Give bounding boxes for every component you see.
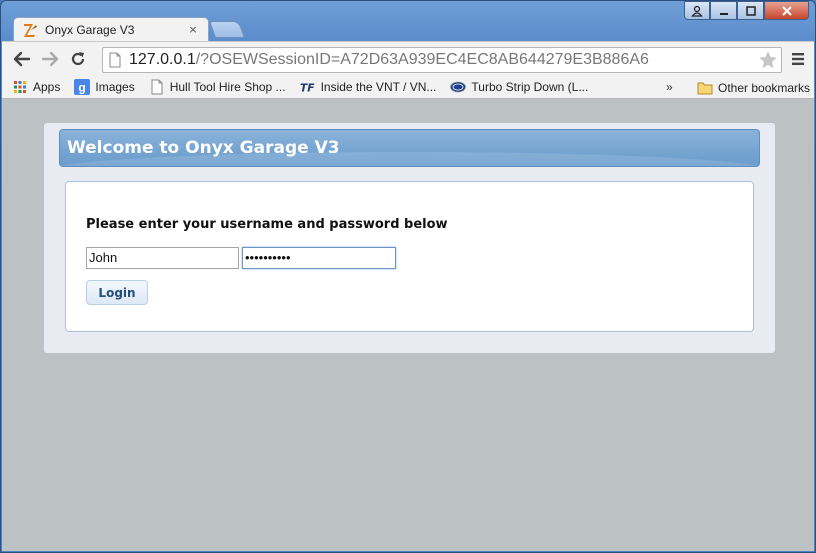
url-host: 127.0.0.1 <box>129 51 196 68</box>
bookmark-label: Hull Tool Hire Shop ... <box>169 80 286 94</box>
url-text: 127.0.0.1/?OSEWSessionID=A72D63A939EC4EC… <box>129 51 649 69</box>
login-prompt: Please enter your username and password … <box>86 217 448 232</box>
back-arrow-icon <box>13 51 31 67</box>
other-bookmarks-label: Other bookmarks <box>718 80 811 95</box>
bookmark-hull-tool-hire[interactable]: Hull Tool Hire Shop ... <box>142 76 293 99</box>
browser-window: Onyx Garage V3 × 127.0.0.1/?OSEWSessionI… <box>0 0 816 553</box>
page-icon <box>109 52 123 68</box>
maximize-button[interactable] <box>737 1 764 20</box>
other-bookmarks[interactable]: Other bookmarks <box>690 76 816 99</box>
chrome-menu-icon[interactable] <box>790 51 808 67</box>
user-icon <box>691 5 703 17</box>
bookmark-label: Apps <box>33 80 61 94</box>
page-viewport: Welcome to Onyx Garage V3 Please enter y… <box>2 99 814 551</box>
minimize-button[interactable] <box>710 1 737 20</box>
login-panel: Welcome to Onyx Garage V3 Please enter y… <box>44 123 775 353</box>
reload-icon <box>71 52 85 66</box>
new-tab-button[interactable] <box>208 21 246 38</box>
bookmark-images[interactable]: g Images <box>67 76 141 99</box>
url-path: /?OSEWSessionID=A72D63A939EC4EC8AB644279… <box>195 51 649 68</box>
tab-close-icon[interactable]: × <box>186 23 200 36</box>
page-icon <box>149 79 165 95</box>
user-profile-button[interactable] <box>684 1 710 20</box>
maximize-icon <box>745 5 756 16</box>
bookmark-inside-vnt[interactable]: TF Inside the VNT / VN... <box>293 76 444 99</box>
forward-button[interactable] <box>36 45 64 73</box>
login-form: Please enter your username and password … <box>65 181 754 332</box>
forward-arrow-icon <box>41 51 59 67</box>
bookmark-label: Images <box>95 80 135 94</box>
bookmark-turbo-strip[interactable]: Turbo Strip Down (L... <box>443 76 595 99</box>
page-title: Welcome to Onyx Garage V3 <box>67 138 340 158</box>
tab-onyx-garage[interactable]: Onyx Garage V3 × <box>13 17 209 41</box>
login-button[interactable]: Login <box>86 280 148 305</box>
panel-header: Welcome to Onyx Garage V3 <box>59 129 760 167</box>
svg-text:TF: TF <box>300 81 315 94</box>
tab-title: Onyx Garage V3 <box>45 22 135 37</box>
bookmark-label: Turbo Strip Down (L... <box>471 80 589 94</box>
bookmarks-bar: Apps g Images Hull Tool Hire Shop ... TF… <box>2 76 814 99</box>
minimize-icon <box>719 12 728 15</box>
close-icon <box>781 5 792 16</box>
back-button[interactable] <box>8 45 36 73</box>
folder-icon <box>697 80 713 96</box>
bookmark-star-icon[interactable] <box>759 51 777 73</box>
onyx-favicon-icon <box>22 22 38 38</box>
bookmark-label: Inside the VNT / VN... <box>320 80 437 94</box>
bookmark-apps[interactable]: Apps <box>2 76 67 99</box>
tf-icon: TF <box>300 79 316 95</box>
window-controls <box>684 1 809 20</box>
browser-toolbar: 127.0.0.1/?OSEWSessionID=A72D63A939EC4EC… <box>2 41 814 76</box>
ford-icon <box>450 79 467 95</box>
svg-text:g: g <box>79 81 86 95</box>
password-input[interactable]: •••••••••• <box>242 247 396 269</box>
tab-strip: Onyx Garage V3 × <box>1 1 815 41</box>
address-bar[interactable]: 127.0.0.1/?OSEWSessionID=A72D63A939EC4EC… <box>102 47 782 73</box>
bookmarks-overflow-chevron-icon[interactable]: » <box>666 80 673 94</box>
google-icon: g <box>74 79 91 95</box>
apps-grid-icon <box>12 79 28 95</box>
close-window-button[interactable] <box>764 1 809 20</box>
username-input[interactable]: John <box>86 247 239 269</box>
reload-button[interactable] <box>64 45 92 73</box>
